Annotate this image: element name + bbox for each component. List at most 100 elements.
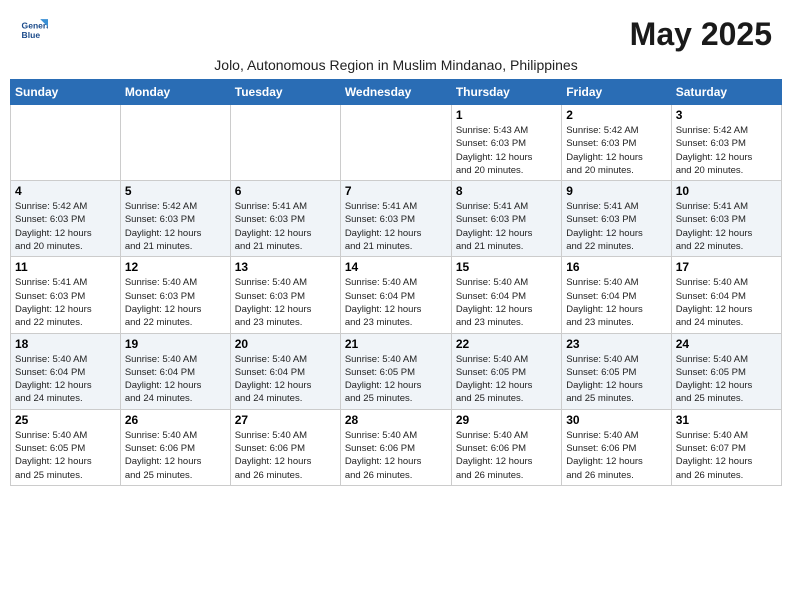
week-row-5: 25 Sunrise: 5:40 AM Sunset: 6:05 PM Dayli… [11, 409, 782, 485]
day-info: Sunrise: 5:40 AM Sunset: 6:05 PM Dayligh… [345, 353, 447, 406]
week-row-3: 11Sunrise: 5:41 AM Sunset: 6:03 PM Dayli… [11, 257, 782, 333]
day-cell: 17 Sunrise: 5:40 AM Sunset: 6:04 PM Dayli… [671, 257, 781, 333]
day-cell [120, 105, 230, 181]
day-number: 30 [566, 413, 666, 427]
header: General Blue May 2025 [10, 10, 782, 53]
day-info: Sunrise: 5:42 AM Sunset: 6:03 PM Dayligh… [125, 200, 226, 253]
day-number: 19 [125, 337, 226, 351]
day-info: Sunrise: 5:40 AM Sunset: 6:03 PM Dayligh… [125, 276, 226, 329]
day-info: Sunrise: 5:41 AM Sunset: 6:03 PM Dayligh… [566, 200, 666, 253]
weekday-monday: Monday [120, 80, 230, 105]
day-info: Sunrise: 5:40 AM Sunset: 6:04 PM Dayligh… [676, 276, 777, 329]
day-cell: 19 Sunrise: 5:40 AM Sunset: 6:04 PM Dayli… [120, 333, 230, 409]
day-info: Sunrise: 5:40 AM Sunset: 6:04 PM Dayligh… [125, 353, 226, 406]
day-number: 23 [566, 337, 666, 351]
day-number: 17 [676, 260, 777, 274]
day-cell: 22 Sunrise: 5:40 AM Sunset: 6:05 PM Dayli… [451, 333, 561, 409]
day-info: Sunrise: 5:42 AM Sunset: 6:03 PM Dayligh… [566, 124, 666, 177]
logo: General Blue [20, 16, 48, 44]
day-cell: 16 Sunrise: 5:40 AM Sunset: 6:04 PM Dayli… [562, 257, 671, 333]
logo-icon: General Blue [20, 16, 48, 44]
day-info: Sunrise: 5:40 AM Sunset: 6:06 PM Dayligh… [235, 429, 336, 482]
day-cell: 18 Sunrise: 5:40 AM Sunset: 6:04 PM Dayli… [11, 333, 121, 409]
day-info: Sunrise: 5:40 AM Sunset: 6:04 PM Dayligh… [235, 353, 336, 406]
day-cell: 1 Sunrise: 5:43 AM Sunset: 6:03 PM Daylig… [451, 105, 561, 181]
day-info: Sunrise: 5:40 AM Sunset: 6:03 PM Dayligh… [235, 276, 336, 329]
day-info: Sunrise: 5:40 AM Sunset: 6:06 PM Dayligh… [345, 429, 447, 482]
day-number: 26 [125, 413, 226, 427]
day-number: 1 [456, 108, 557, 122]
day-info: Sunrise: 5:41 AM Sunset: 6:03 PM Dayligh… [456, 200, 557, 253]
day-info: Sunrise: 5:42 AM Sunset: 6:03 PM Dayligh… [15, 200, 116, 253]
day-cell: 14Sunrise: 5:40 AM Sunset: 6:04 PM Dayli… [340, 257, 451, 333]
day-info: Sunrise: 5:40 AM Sunset: 6:06 PM Dayligh… [125, 429, 226, 482]
day-cell: 3 Sunrise: 5:42 AM Sunset: 6:03 PM Daylig… [671, 105, 781, 181]
day-number: 13 [235, 260, 336, 274]
day-info: Sunrise: 5:40 AM Sunset: 6:07 PM Dayligh… [676, 429, 777, 482]
day-number: 24 [676, 337, 777, 351]
week-row-1: 1 Sunrise: 5:43 AM Sunset: 6:03 PM Daylig… [11, 105, 782, 181]
day-cell: 23 Sunrise: 5:40 AM Sunset: 6:05 PM Dayli… [562, 333, 671, 409]
day-number: 8 [456, 184, 557, 198]
day-cell: 8 Sunrise: 5:41 AM Sunset: 6:03 PM Daylig… [451, 181, 561, 257]
weekday-saturday: Saturday [671, 80, 781, 105]
calendar-table: SundayMondayTuesdayWednesdayThursdayFrid… [10, 79, 782, 486]
day-cell: 7Sunrise: 5:41 AM Sunset: 6:03 PM Daylig… [340, 181, 451, 257]
day-cell: 6 Sunrise: 5:41 AM Sunset: 6:03 PM Daylig… [230, 181, 340, 257]
day-info: Sunrise: 5:40 AM Sunset: 6:05 PM Dayligh… [456, 353, 557, 406]
day-number: 22 [456, 337, 557, 351]
day-cell: 13 Sunrise: 5:40 AM Sunset: 6:03 PM Dayli… [230, 257, 340, 333]
day-cell: 24 Sunrise: 5:40 AM Sunset: 6:05 PM Dayli… [671, 333, 781, 409]
day-cell: 11Sunrise: 5:41 AM Sunset: 6:03 PM Dayli… [11, 257, 121, 333]
day-number: 2 [566, 108, 666, 122]
day-number: 4 [15, 184, 116, 198]
day-cell: 12 Sunrise: 5:40 AM Sunset: 6:03 PM Dayli… [120, 257, 230, 333]
day-cell: 29 Sunrise: 5:40 AM Sunset: 6:06 PM Dayli… [451, 409, 561, 485]
day-info: Sunrise: 5:42 AM Sunset: 6:03 PM Dayligh… [676, 124, 777, 177]
day-number: 6 [235, 184, 336, 198]
day-cell: 27Sunrise: 5:40 AM Sunset: 6:06 PM Dayli… [230, 409, 340, 485]
week-row-4: 18 Sunrise: 5:40 AM Sunset: 6:04 PM Dayli… [11, 333, 782, 409]
day-cell: 5 Sunrise: 5:42 AM Sunset: 6:03 PM Daylig… [120, 181, 230, 257]
day-cell: 26 Sunrise: 5:40 AM Sunset: 6:06 PM Dayli… [120, 409, 230, 485]
day-number: 31 [676, 413, 777, 427]
day-number: 12 [125, 260, 226, 274]
day-number: 10 [676, 184, 777, 198]
day-cell [11, 105, 121, 181]
day-info: Sunrise: 5:43 AM Sunset: 6:03 PM Dayligh… [456, 124, 557, 177]
day-info: Sunrise: 5:41 AM Sunset: 6:03 PM Dayligh… [676, 200, 777, 253]
day-cell: 4 Sunrise: 5:42 AM Sunset: 6:03 PM Daylig… [11, 181, 121, 257]
day-info: Sunrise: 5:41 AM Sunset: 6:03 PM Dayligh… [15, 276, 116, 329]
day-number: 28 [345, 413, 447, 427]
day-cell: 25 Sunrise: 5:40 AM Sunset: 6:05 PM Dayli… [11, 409, 121, 485]
day-info: Sunrise: 5:41 AM Sunset: 6:03 PM Dayligh… [235, 200, 336, 253]
day-info: Sunrise: 5:40 AM Sunset: 6:06 PM Dayligh… [456, 429, 557, 482]
day-number: 7 [345, 184, 447, 198]
day-number: 5 [125, 184, 226, 198]
day-number: 16 [566, 260, 666, 274]
day-cell: 15Sunrise: 5:40 AM Sunset: 6:04 PM Dayli… [451, 257, 561, 333]
week-row-2: 4 Sunrise: 5:42 AM Sunset: 6:03 PM Daylig… [11, 181, 782, 257]
day-info: Sunrise: 5:40 AM Sunset: 6:06 PM Dayligh… [566, 429, 666, 482]
day-info: Sunrise: 5:40 AM Sunset: 6:04 PM Dayligh… [15, 353, 116, 406]
day-number: 29 [456, 413, 557, 427]
day-info: Sunrise: 5:40 AM Sunset: 6:05 PM Dayligh… [15, 429, 116, 482]
day-number: 25 [15, 413, 116, 427]
weekday-wednesday: Wednesday [340, 80, 451, 105]
day-number: 3 [676, 108, 777, 122]
weekday-sunday: Sunday [11, 80, 121, 105]
weekday-header-row: SundayMondayTuesdayWednesdayThursdayFrid… [11, 80, 782, 105]
day-cell: 30 Sunrise: 5:40 AM Sunset: 6:06 PM Dayli… [562, 409, 671, 485]
day-number: 9 [566, 184, 666, 198]
weekday-tuesday: Tuesday [230, 80, 340, 105]
day-cell: 21Sunrise: 5:40 AM Sunset: 6:05 PM Dayli… [340, 333, 451, 409]
day-cell: 10 Sunrise: 5:41 AM Sunset: 6:03 PM Dayli… [671, 181, 781, 257]
day-cell: 9 Sunrise: 5:41 AM Sunset: 6:03 PM Daylig… [562, 181, 671, 257]
day-cell: 2 Sunrise: 5:42 AM Sunset: 6:03 PM Daylig… [562, 105, 671, 181]
day-number: 18 [15, 337, 116, 351]
day-info: Sunrise: 5:40 AM Sunset: 6:05 PM Dayligh… [676, 353, 777, 406]
day-info: Sunrise: 5:40 AM Sunset: 6:05 PM Dayligh… [566, 353, 666, 406]
day-info: Sunrise: 5:40 AM Sunset: 6:04 PM Dayligh… [566, 276, 666, 329]
day-number: 15 [456, 260, 557, 274]
month-title: May 2025 [630, 16, 772, 53]
